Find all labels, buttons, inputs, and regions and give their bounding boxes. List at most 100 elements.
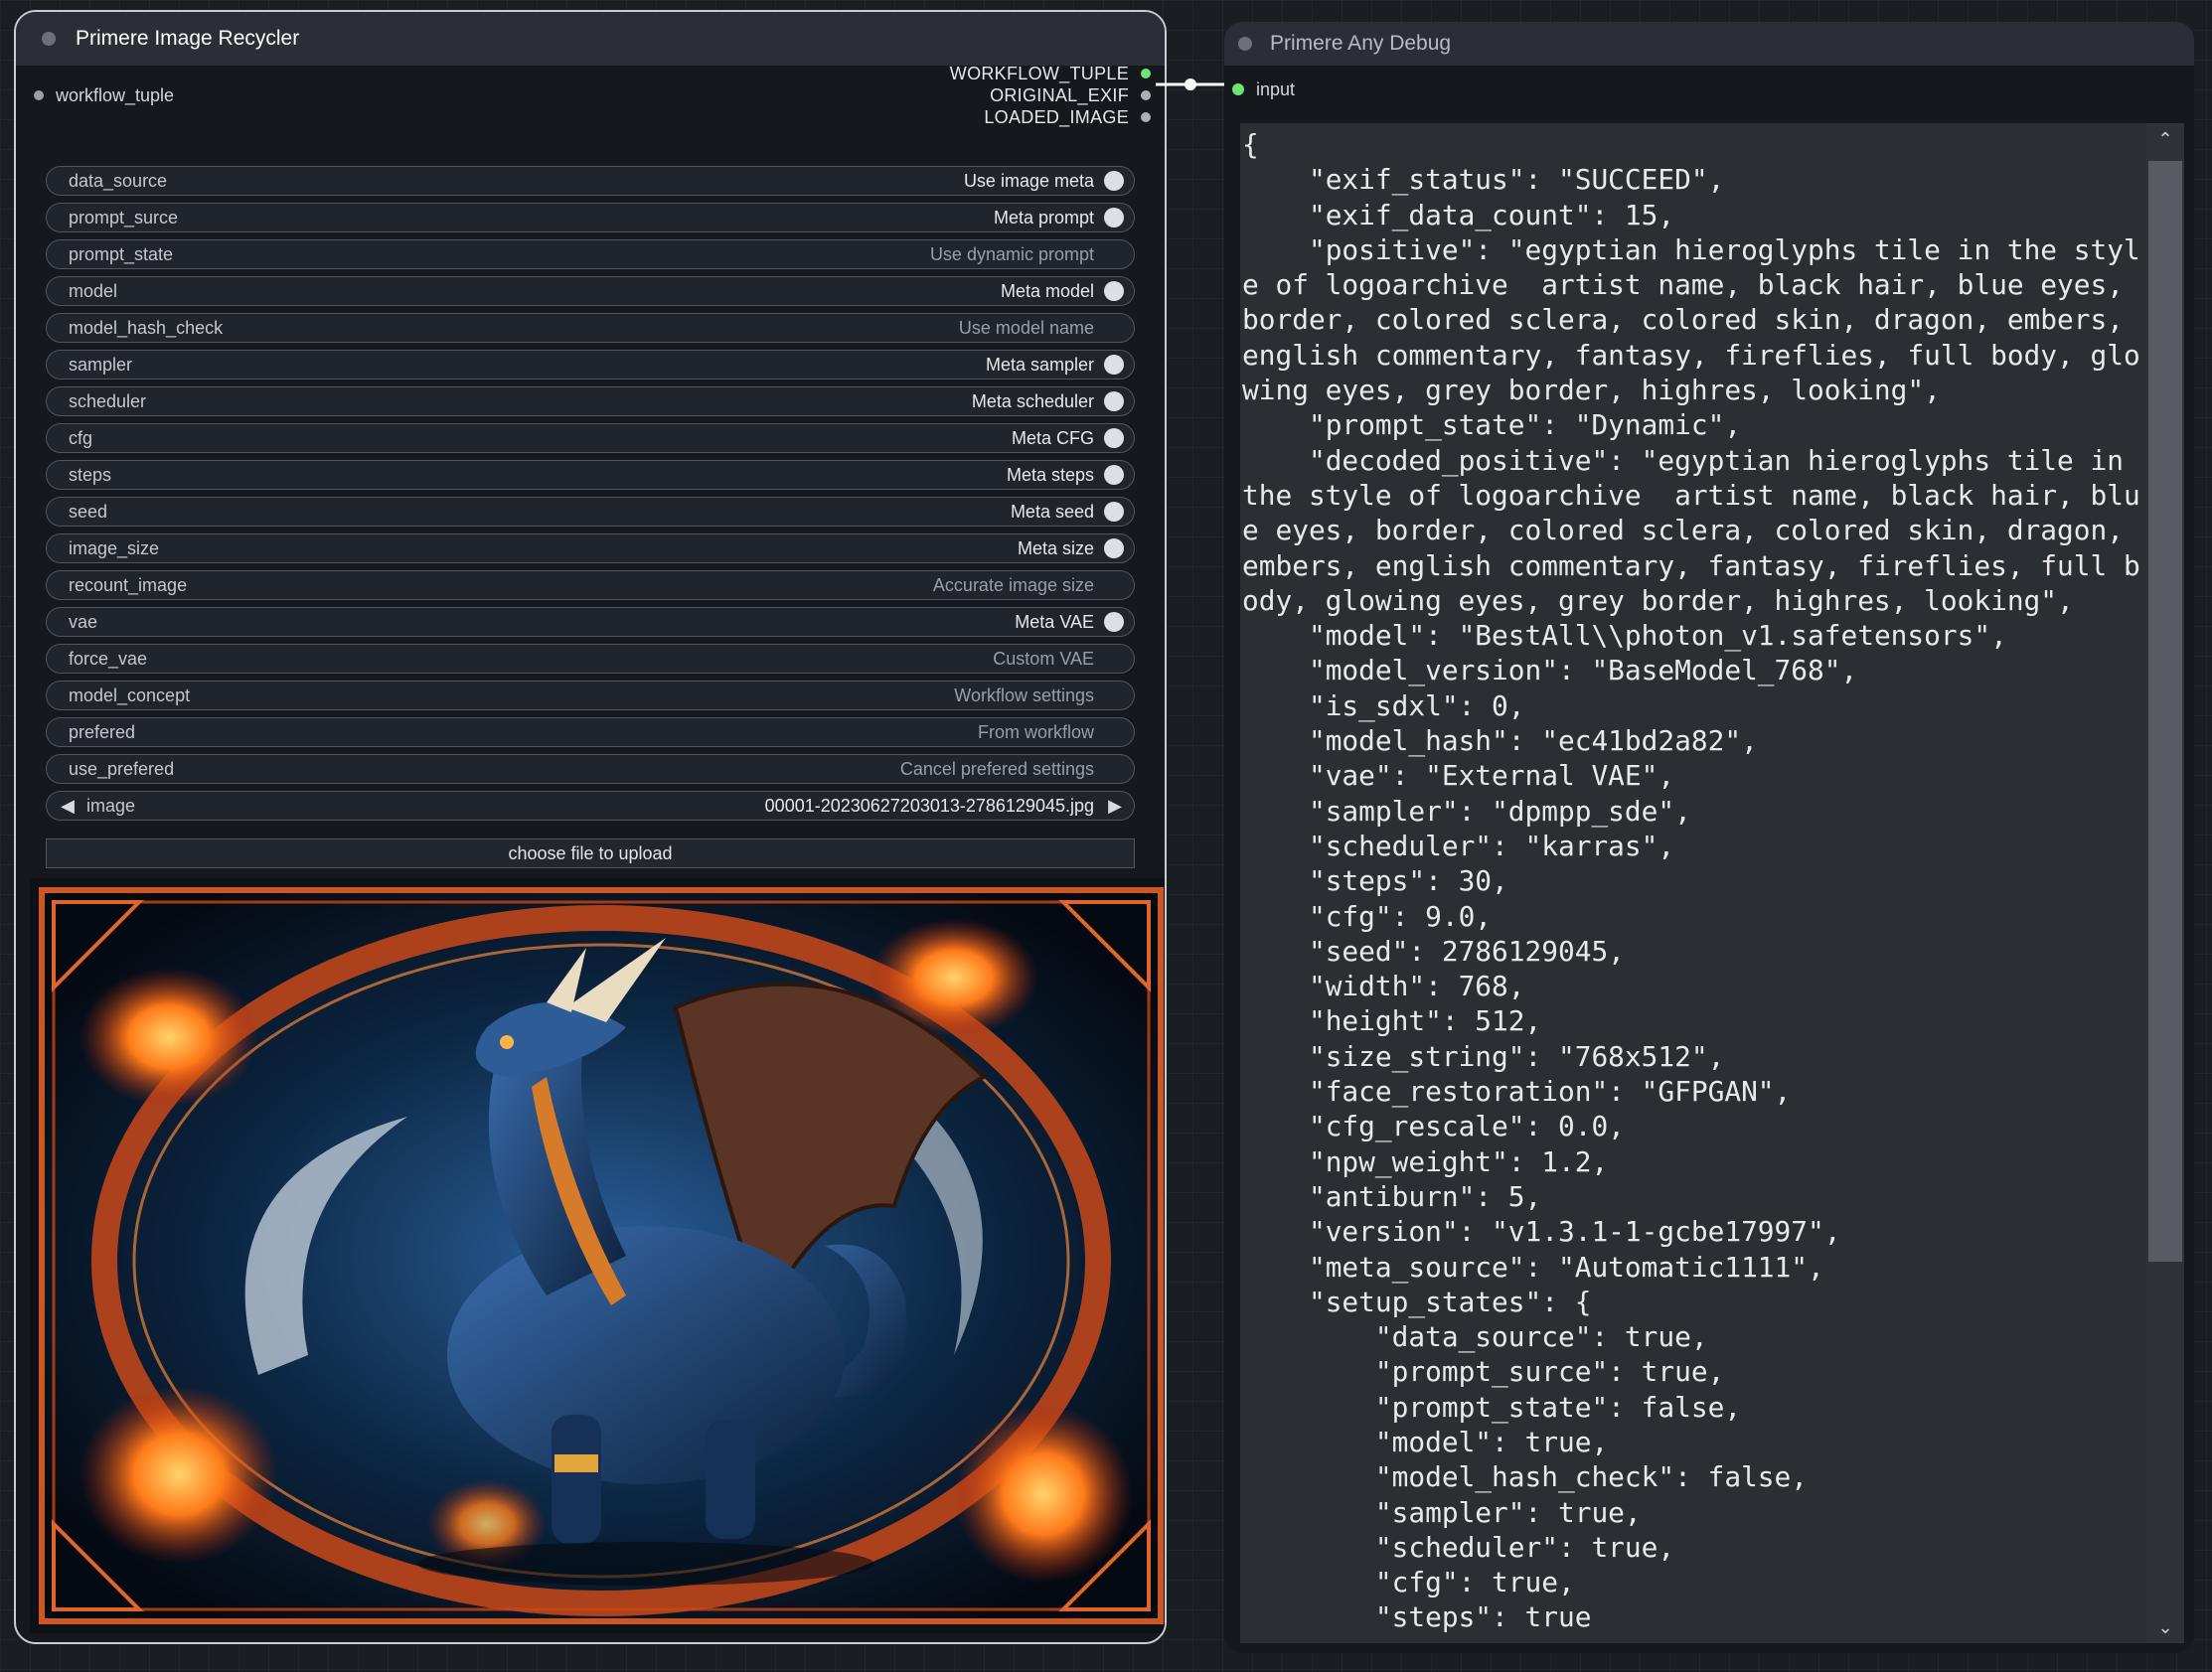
toggle-knob-icon[interactable]: [1104, 428, 1124, 448]
output-slot-loaded-image[interactable]: LOADED_IMAGE: [984, 103, 1151, 131]
any-debug-node[interactable]: Primere Any Debug input { "exif_status":…: [1224, 22, 2194, 1653]
toggle-prompt-state[interactable]: prompt_state Use dynamic prompt: [46, 239, 1135, 269]
debug-output-textarea[interactable]: { "exif_status": "SUCCEED", "exif_data_c…: [1240, 123, 2184, 1643]
widget-value: 00001-20230627203013-2786129045.jpg: [764, 795, 1094, 816]
input-slot-workflow-tuple[interactable]: workflow_tuple: [34, 81, 174, 109]
debug-output-text[interactable]: { "exif_status": "SUCCEED", "exif_data_c…: [1240, 123, 2142, 1639]
widget-value: Meta VAE: [1015, 611, 1094, 632]
chevron-right-icon[interactable]: ▶: [1104, 796, 1126, 817]
toggle-recount-image[interactable]: recount_image Accurate image size: [46, 570, 1135, 600]
node-title-bar[interactable]: Primere Image Recycler: [16, 12, 1165, 66]
scrollbar-thumb[interactable]: [2148, 161, 2182, 1262]
toggle-vae[interactable]: vae Meta VAE: [46, 607, 1135, 637]
node-title: Primere Any Debug: [1270, 32, 1452, 55]
widget-name: use_prefered: [69, 758, 175, 779]
widget-name: force_vae: [69, 648, 148, 669]
toggle-knob-icon[interactable]: [1104, 208, 1124, 228]
widget-name: data_source: [69, 170, 168, 191]
slot-dot-icon[interactable]: [34, 90, 44, 100]
widget-name: steps: [69, 464, 112, 485]
toggle-steps[interactable]: steps Meta steps: [46, 460, 1135, 490]
toggle-seed[interactable]: seed Meta seed: [46, 497, 1135, 527]
widget-name: sampler: [69, 354, 133, 375]
toggle-knob-icon[interactable]: [1104, 318, 1124, 338]
widget-value: Meta size: [1017, 537, 1094, 558]
widget-name: prompt_surce: [69, 207, 179, 228]
toggle-sampler[interactable]: sampler Meta sampler: [46, 350, 1135, 380]
widget-name: model_hash_check: [69, 317, 224, 338]
widget-value: Meta seed: [1010, 501, 1094, 522]
slot-dot-icon[interactable]: [1232, 83, 1244, 95]
widget-value: Meta CFG: [1011, 427, 1094, 448]
toggle-knob-icon[interactable]: [1104, 649, 1124, 669]
toggle-knob-icon[interactable]: [1104, 538, 1124, 558]
chevron-left-icon[interactable]: ◀: [57, 796, 79, 817]
scroll-down-icon[interactable]: ⌄: [2146, 1611, 2184, 1643]
widget-value: Use image meta: [963, 170, 1094, 191]
widget-value: Meta steps: [1006, 464, 1094, 485]
input-slot-label: input: [1256, 78, 1296, 99]
toggle-use-prefered[interactable]: use_prefered Cancel prefered settings: [46, 754, 1135, 784]
collapse-dot-icon[interactable]: [42, 32, 56, 46]
widget-name: model: [69, 280, 118, 301]
toggle-prompt-surce[interactable]: prompt_surce Meta prompt: [46, 203, 1135, 232]
collapse-dot-icon[interactable]: [1238, 37, 1252, 51]
widget-value: Use dynamic prompt: [929, 243, 1094, 264]
toggle-cfg[interactable]: cfg Meta CFG: [46, 423, 1135, 453]
node-title-bar[interactable]: Primere Any Debug: [1224, 22, 2194, 66]
toggle-model-concept[interactable]: model_concept Workflow settings: [46, 681, 1135, 710]
toggle-model[interactable]: model Meta model: [46, 276, 1135, 306]
combo-image[interactable]: ◀ image 00001-20230627203013-2786129045.…: [46, 791, 1135, 821]
widget-value: From workflow: [977, 721, 1094, 742]
toggle-knob-icon[interactable]: [1104, 759, 1124, 779]
toggle-knob-icon[interactable]: [1104, 502, 1124, 522]
widget-value: Meta scheduler: [971, 390, 1094, 411]
widget-name: image: [86, 795, 136, 816]
toggle-knob-icon[interactable]: [1104, 722, 1124, 742]
toggle-image-size[interactable]: image_size Meta size: [46, 533, 1135, 563]
widget-name: seed: [69, 501, 108, 522]
widget-value: Meta model: [1000, 280, 1094, 301]
toggle-model-hash-check[interactable]: model_hash_check Use model name: [46, 313, 1135, 343]
widget-value: Meta prompt: [993, 207, 1094, 228]
widget-value: Cancel prefered settings: [899, 758, 1094, 779]
slot-dot-icon[interactable]: [1141, 90, 1151, 100]
widget-name: model_concept: [69, 684, 191, 705]
scrollbar[interactable]: ⌃ ⌄: [2146, 123, 2184, 1643]
image-preview: [30, 878, 1165, 1633]
toggle-knob-icon[interactable]: [1104, 685, 1124, 705]
widget-name: vae: [69, 611, 98, 632]
input-slot-input[interactable]: input: [1232, 76, 1295, 103]
toggle-force-vae[interactable]: force_vae Custom VAE: [46, 644, 1135, 674]
widget-value: Accurate image size: [932, 574, 1094, 595]
output-slot-label: LOADED_IMAGE: [984, 106, 1129, 127]
slot-dot-icon[interactable]: [1141, 112, 1151, 122]
link-wire[interactable]: [1156, 77, 1225, 91]
upload-button[interactable]: choose file to upload: [46, 838, 1135, 868]
widget-name: image_size: [69, 537, 160, 558]
image-recycler-node[interactable]: Primere Image Recycler workflow_tuple WO…: [14, 10, 1167, 1644]
toggle-data-source[interactable]: data_source Use image meta: [46, 166, 1135, 196]
widget-name: cfg: [69, 427, 93, 448]
toggle-knob-icon[interactable]: [1104, 391, 1124, 411]
toggle-knob-icon[interactable]: [1104, 244, 1124, 264]
toggle-knob-icon[interactable]: [1104, 281, 1124, 301]
toggle-knob-icon[interactable]: [1104, 575, 1124, 595]
widget-name: prompt_state: [69, 243, 174, 264]
toggle-knob-icon[interactable]: [1104, 612, 1124, 632]
toggle-knob-icon[interactable]: [1104, 465, 1124, 485]
widget-name: recount_image: [69, 574, 188, 595]
toggle-scheduler[interactable]: scheduler Meta scheduler: [46, 386, 1135, 416]
toggle-knob-icon[interactable]: [1104, 355, 1124, 375]
slot-dot-icon[interactable]: [1141, 69, 1151, 78]
dragon-image: [30, 878, 1165, 1633]
toggle-prefered[interactable]: prefered From workflow: [46, 717, 1135, 747]
toggle-knob-icon[interactable]: [1104, 171, 1124, 191]
widget-name: scheduler: [69, 390, 147, 411]
input-slot-label: workflow_tuple: [56, 84, 175, 105]
widget-value: Use model name: [958, 317, 1094, 338]
widget-value: Meta sampler: [985, 354, 1094, 375]
scroll-up-icon[interactable]: ⌃: [2146, 123, 2184, 155]
widget-name: prefered: [69, 721, 136, 742]
widget-value: Custom VAE: [993, 648, 1094, 669]
